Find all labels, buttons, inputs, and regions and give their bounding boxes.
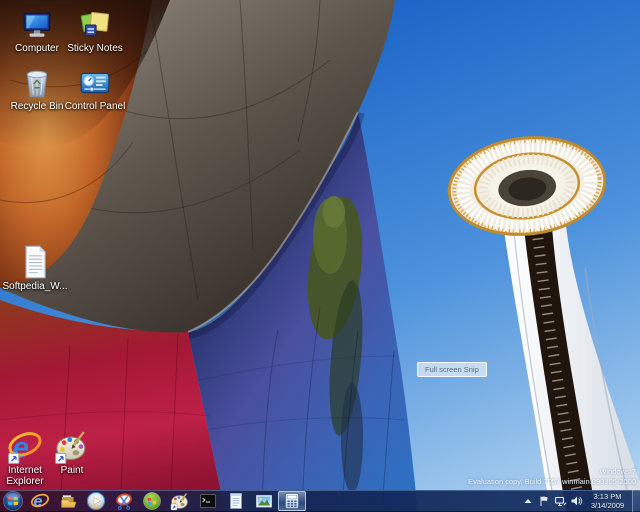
action-center-button[interactable]	[536, 490, 551, 512]
calculator-icon	[282, 491, 302, 511]
taskbar-item-calculator[interactable]	[278, 491, 306, 511]
action-center-flag-icon	[537, 494, 551, 508]
internet-explorer-icon: e	[7, 428, 43, 464]
control-panel-icon	[78, 66, 112, 100]
taskbar-item-photo-viewer[interactable]	[250, 490, 278, 512]
taskbar-item-media-player[interactable]	[82, 490, 110, 512]
taskbar-item-snipping-tool[interactable]	[110, 490, 138, 512]
command-prompt-icon	[198, 491, 218, 511]
volume-icon	[569, 494, 583, 508]
computer-icon	[20, 8, 54, 42]
internet-explorer-icon: e	[30, 491, 50, 511]
windows-explorer-folder-icon	[58, 491, 78, 511]
taskbar-item-paint[interactable]	[166, 490, 194, 512]
windows-start-orb-icon	[2, 490, 24, 512]
desktop-icon-label: Computer	[15, 43, 59, 54]
show-hidden-icons-button[interactable]	[520, 490, 535, 512]
desktop-icon-label: Softpedia_W...	[2, 281, 67, 292]
taskbar-item-internet-explorer[interactable]: e	[26, 490, 54, 512]
windows-media-center-icon	[142, 491, 162, 511]
desktop-icon-paint[interactable]: Paint	[46, 428, 98, 476]
paint-icon	[170, 491, 190, 511]
desktop-icon-recycle-bin[interactable]: Recycle Bin	[6, 66, 68, 112]
network-icon	[553, 494, 567, 508]
tray-clock[interactable]: 3:13 PM 3/14/2009	[584, 492, 631, 510]
recycle-bin-icon	[20, 66, 54, 100]
start-button[interactable]	[0, 490, 26, 512]
watermark-line2: Evaluation copy. Build 7057.winmain.0903…	[468, 477, 636, 487]
show-desktop-button[interactable]	[632, 490, 640, 512]
taskbar-item-command-prompt[interactable]	[194, 490, 222, 512]
system-tray: 3:13 PM 3/14/2009	[520, 490, 640, 512]
network-button[interactable]	[552, 490, 567, 512]
taskbar-item-notepad[interactable]	[222, 490, 250, 512]
chevron-up-icon	[521, 494, 535, 508]
text-file-icon	[17, 244, 53, 280]
windows7-desktop: Computer Sticky Notes Recycle Bin	[0, 0, 640, 512]
windows-media-player-icon	[86, 491, 106, 511]
desktop-icon-label: Paint	[61, 465, 84, 476]
watermark-line1: Windows 7	[468, 467, 636, 477]
snip-tooltip: Full screen Snip	[417, 362, 487, 377]
notepad-icon	[226, 491, 246, 511]
paint-icon	[54, 428, 90, 464]
sticky-notes-icon	[78, 8, 112, 42]
desktop-icon-label: Recycle Bin	[11, 101, 64, 112]
taskbar-item-windows-explorer[interactable]	[54, 490, 82, 512]
desktop-icon-control-panel[interactable]: Control Panel	[60, 66, 130, 112]
desktop-icon-softpedia-file[interactable]: Softpedia_W...	[2, 244, 68, 292]
volume-button[interactable]	[568, 490, 583, 512]
clock-time: 3:13 PM	[584, 492, 631, 501]
taskbar: e	[0, 490, 640, 512]
desktop-icon-computer[interactable]: Computer	[6, 8, 68, 54]
snipping-tool-icon	[114, 491, 134, 511]
taskbar-item-media-center[interactable]	[138, 490, 166, 512]
clock-date: 3/14/2009	[584, 501, 631, 510]
watermark: Windows 7 Evaluation copy. Build 7057.wi…	[468, 467, 636, 486]
desktop-icon-label: Control Panel	[65, 101, 126, 112]
desktop-icon-label: Sticky Notes	[67, 43, 123, 54]
desktop-icon-sticky-notes[interactable]: Sticky Notes	[62, 8, 128, 54]
photo-viewer-icon	[254, 491, 274, 511]
